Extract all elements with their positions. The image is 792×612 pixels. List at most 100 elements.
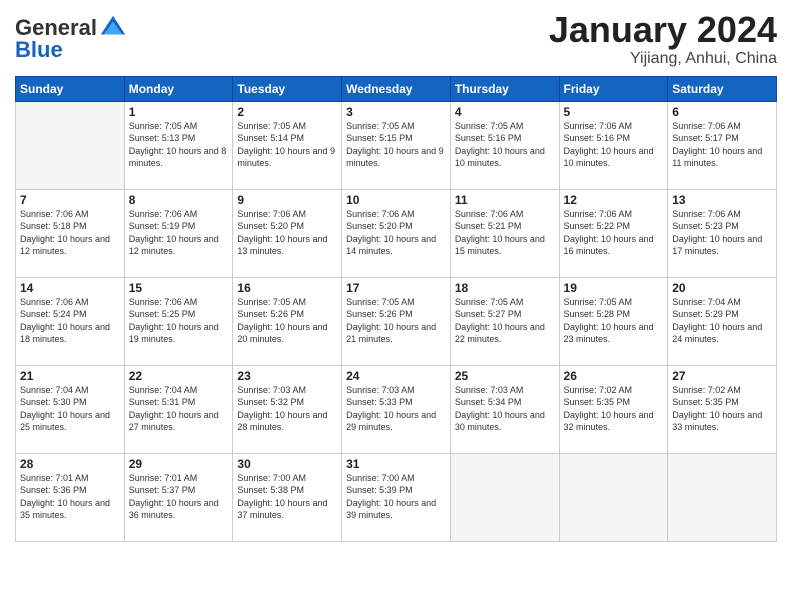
day-number: 6 xyxy=(672,105,772,119)
day-number: 11 xyxy=(455,193,555,207)
day-info: Sunrise: 7:03 AM Sunset: 5:34 PM Dayligh… xyxy=(455,384,555,434)
col-thursday: Thursday xyxy=(450,76,559,101)
calendar-cell xyxy=(16,101,125,189)
day-info: Sunrise: 7:06 AM Sunset: 5:16 PM Dayligh… xyxy=(564,120,664,170)
calendar-cell: 2Sunrise: 7:05 AM Sunset: 5:14 PM Daylig… xyxy=(233,101,342,189)
day-number: 8 xyxy=(129,193,229,207)
calendar-cell xyxy=(559,453,668,541)
calendar-week-2: 7Sunrise: 7:06 AM Sunset: 5:18 PM Daylig… xyxy=(16,189,777,277)
day-info: Sunrise: 7:05 AM Sunset: 5:13 PM Dayligh… xyxy=(129,120,229,170)
day-number: 23 xyxy=(237,369,337,383)
calendar-cell: 20Sunrise: 7:04 AM Sunset: 5:29 PM Dayli… xyxy=(668,277,777,365)
day-number: 29 xyxy=(129,457,229,471)
calendar-cell: 18Sunrise: 7:05 AM Sunset: 5:27 PM Dayli… xyxy=(450,277,559,365)
day-number: 21 xyxy=(20,369,120,383)
day-info: Sunrise: 7:06 AM Sunset: 5:25 PM Dayligh… xyxy=(129,296,229,346)
day-number: 17 xyxy=(346,281,446,295)
day-info: Sunrise: 7:05 AM Sunset: 5:26 PM Dayligh… xyxy=(237,296,337,346)
day-number: 26 xyxy=(564,369,664,383)
day-info: Sunrise: 7:04 AM Sunset: 5:30 PM Dayligh… xyxy=(20,384,120,434)
calendar-table: Sunday Monday Tuesday Wednesday Thursday… xyxy=(15,76,777,542)
calendar-cell: 31Sunrise: 7:00 AM Sunset: 5:39 PM Dayli… xyxy=(342,453,451,541)
day-info: Sunrise: 7:03 AM Sunset: 5:32 PM Dayligh… xyxy=(237,384,337,434)
col-monday: Monday xyxy=(124,76,233,101)
day-number: 28 xyxy=(20,457,120,471)
day-number: 24 xyxy=(346,369,446,383)
day-number: 20 xyxy=(672,281,772,295)
calendar-cell: 11Sunrise: 7:06 AM Sunset: 5:21 PM Dayli… xyxy=(450,189,559,277)
day-info: Sunrise: 7:05 AM Sunset: 5:14 PM Dayligh… xyxy=(237,120,337,170)
calendar-cell: 3Sunrise: 7:05 AM Sunset: 5:15 PM Daylig… xyxy=(342,101,451,189)
day-number: 14 xyxy=(20,281,120,295)
col-saturday: Saturday xyxy=(668,76,777,101)
calendar-cell: 14Sunrise: 7:06 AM Sunset: 5:24 PM Dayli… xyxy=(16,277,125,365)
calendar-cell: 16Sunrise: 7:05 AM Sunset: 5:26 PM Dayli… xyxy=(233,277,342,365)
day-number: 30 xyxy=(237,457,337,471)
day-number: 3 xyxy=(346,105,446,119)
day-info: Sunrise: 7:05 AM Sunset: 5:16 PM Dayligh… xyxy=(455,120,555,170)
col-tuesday: Tuesday xyxy=(233,76,342,101)
calendar-cell xyxy=(450,453,559,541)
calendar-cell: 6Sunrise: 7:06 AM Sunset: 5:17 PM Daylig… xyxy=(668,101,777,189)
col-wednesday: Wednesday xyxy=(342,76,451,101)
day-number: 1 xyxy=(129,105,229,119)
calendar-cell: 17Sunrise: 7:05 AM Sunset: 5:26 PM Dayli… xyxy=(342,277,451,365)
day-info: Sunrise: 7:01 AM Sunset: 5:36 PM Dayligh… xyxy=(20,472,120,522)
day-number: 4 xyxy=(455,105,555,119)
calendar-cell: 21Sunrise: 7:04 AM Sunset: 5:30 PM Dayli… xyxy=(16,365,125,453)
calendar-cell: 30Sunrise: 7:00 AM Sunset: 5:38 PM Dayli… xyxy=(233,453,342,541)
calendar-cell: 24Sunrise: 7:03 AM Sunset: 5:33 PM Dayli… xyxy=(342,365,451,453)
day-info: Sunrise: 7:00 AM Sunset: 5:39 PM Dayligh… xyxy=(346,472,446,522)
calendar-cell: 12Sunrise: 7:06 AM Sunset: 5:22 PM Dayli… xyxy=(559,189,668,277)
day-info: Sunrise: 7:05 AM Sunset: 5:27 PM Dayligh… xyxy=(455,296,555,346)
calendar-cell: 22Sunrise: 7:04 AM Sunset: 5:31 PM Dayli… xyxy=(124,365,233,453)
calendar-cell: 9Sunrise: 7:06 AM Sunset: 5:20 PM Daylig… xyxy=(233,189,342,277)
day-number: 7 xyxy=(20,193,120,207)
day-number: 10 xyxy=(346,193,446,207)
logo-icon xyxy=(99,14,127,42)
calendar-cell: 23Sunrise: 7:03 AM Sunset: 5:32 PM Dayli… xyxy=(233,365,342,453)
day-info: Sunrise: 7:06 AM Sunset: 5:23 PM Dayligh… xyxy=(672,208,772,258)
calendar-cell: 27Sunrise: 7:02 AM Sunset: 5:35 PM Dayli… xyxy=(668,365,777,453)
calendar-cell: 5Sunrise: 7:06 AM Sunset: 5:16 PM Daylig… xyxy=(559,101,668,189)
day-info: Sunrise: 7:04 AM Sunset: 5:31 PM Dayligh… xyxy=(129,384,229,434)
calendar-cell: 28Sunrise: 7:01 AM Sunset: 5:36 PM Dayli… xyxy=(16,453,125,541)
day-info: Sunrise: 7:05 AM Sunset: 5:26 PM Dayligh… xyxy=(346,296,446,346)
calendar-cell xyxy=(668,453,777,541)
day-number: 13 xyxy=(672,193,772,207)
calendar-cell: 25Sunrise: 7:03 AM Sunset: 5:34 PM Dayli… xyxy=(450,365,559,453)
day-number: 5 xyxy=(564,105,664,119)
logo: General Blue xyxy=(15,14,127,62)
location: Yijiang, Anhui, China xyxy=(549,50,777,68)
day-info: Sunrise: 7:04 AM Sunset: 5:29 PM Dayligh… xyxy=(672,296,772,346)
calendar-cell: 15Sunrise: 7:06 AM Sunset: 5:25 PM Dayli… xyxy=(124,277,233,365)
page-container: General Blue January 2024 Yijiang, Anhui… xyxy=(0,0,792,552)
calendar-week-3: 14Sunrise: 7:06 AM Sunset: 5:24 PM Dayli… xyxy=(16,277,777,365)
day-info: Sunrise: 7:06 AM Sunset: 5:17 PM Dayligh… xyxy=(672,120,772,170)
day-info: Sunrise: 7:06 AM Sunset: 5:24 PM Dayligh… xyxy=(20,296,120,346)
day-info: Sunrise: 7:01 AM Sunset: 5:37 PM Dayligh… xyxy=(129,472,229,522)
day-info: Sunrise: 7:06 AM Sunset: 5:22 PM Dayligh… xyxy=(564,208,664,258)
day-number: 2 xyxy=(237,105,337,119)
calendar-cell: 10Sunrise: 7:06 AM Sunset: 5:20 PM Dayli… xyxy=(342,189,451,277)
day-info: Sunrise: 7:06 AM Sunset: 5:18 PM Dayligh… xyxy=(20,208,120,258)
calendar-week-4: 21Sunrise: 7:04 AM Sunset: 5:30 PM Dayli… xyxy=(16,365,777,453)
day-number: 9 xyxy=(237,193,337,207)
title-block: January 2024 Yijiang, Anhui, China xyxy=(549,10,777,68)
day-info: Sunrise: 7:00 AM Sunset: 5:38 PM Dayligh… xyxy=(237,472,337,522)
day-number: 18 xyxy=(455,281,555,295)
calendar-cell: 1Sunrise: 7:05 AM Sunset: 5:13 PM Daylig… xyxy=(124,101,233,189)
calendar-cell: 7Sunrise: 7:06 AM Sunset: 5:18 PM Daylig… xyxy=(16,189,125,277)
day-number: 16 xyxy=(237,281,337,295)
day-info: Sunrise: 7:06 AM Sunset: 5:20 PM Dayligh… xyxy=(346,208,446,258)
day-number: 25 xyxy=(455,369,555,383)
day-number: 27 xyxy=(672,369,772,383)
calendar-cell: 26Sunrise: 7:02 AM Sunset: 5:35 PM Dayli… xyxy=(559,365,668,453)
calendar-cell: 29Sunrise: 7:01 AM Sunset: 5:37 PM Dayli… xyxy=(124,453,233,541)
calendar-header-row: Sunday Monday Tuesday Wednesday Thursday… xyxy=(16,76,777,101)
day-info: Sunrise: 7:02 AM Sunset: 5:35 PM Dayligh… xyxy=(564,384,664,434)
day-info: Sunrise: 7:06 AM Sunset: 5:21 PM Dayligh… xyxy=(455,208,555,258)
day-info: Sunrise: 7:06 AM Sunset: 5:19 PM Dayligh… xyxy=(129,208,229,258)
calendar-cell: 4Sunrise: 7:05 AM Sunset: 5:16 PM Daylig… xyxy=(450,101,559,189)
col-sunday: Sunday xyxy=(16,76,125,101)
